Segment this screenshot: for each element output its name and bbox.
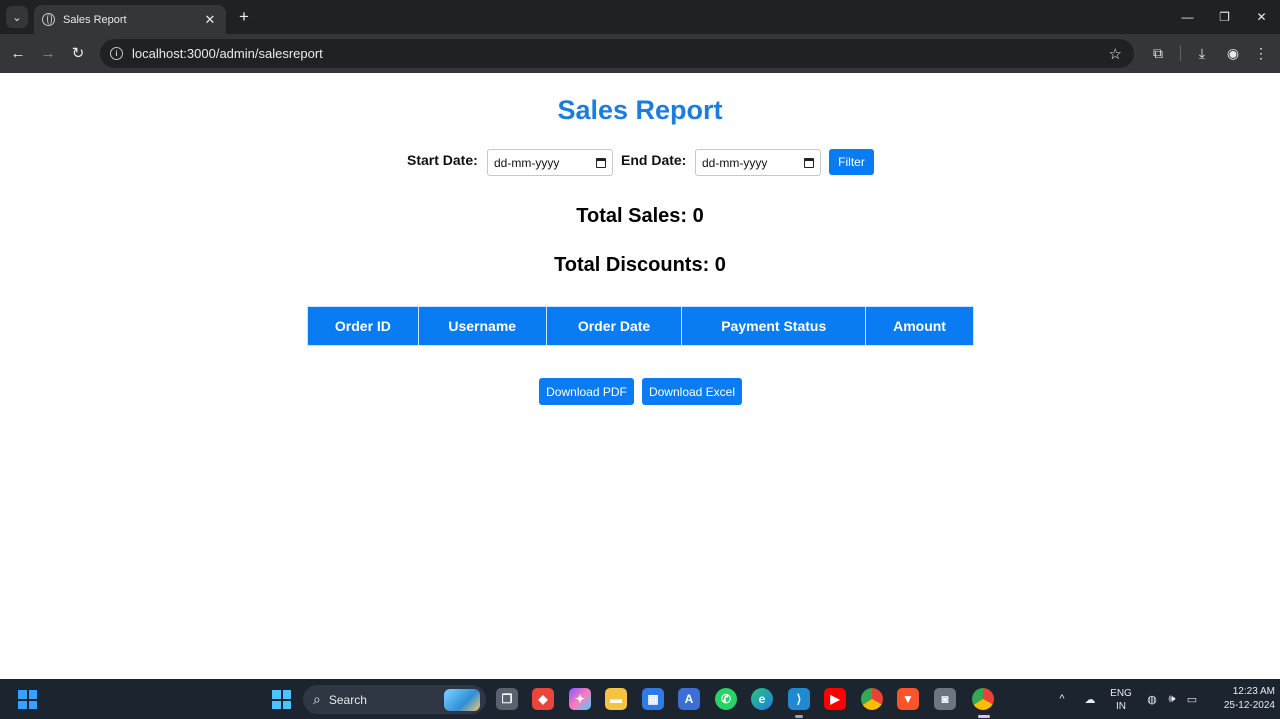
total-sales: Total Sales: 0: [576, 205, 704, 227]
sales-report-table: Order ID Username Order Date Payment Sta…: [307, 306, 974, 346]
back-arrow-icon[interactable]: ←: [7, 42, 29, 64]
taskbar-clock[interactable]: 12:23 AM 25-12-2024: [1205, 685, 1275, 713]
browser-tab-bar: ⌄ Sales Report ✕ + — ❐ ✕: [0, 0, 1280, 34]
filter-button[interactable]: Filter: [829, 149, 874, 175]
youtube-icon[interactable]: ▶: [824, 688, 846, 710]
download-excel-button[interactable]: Download Excel: [642, 378, 742, 405]
total-discounts: Total Discounts: 0: [554, 254, 726, 276]
profile-avatar-icon[interactable]: ◉: [1222, 42, 1244, 64]
camera-icon[interactable]: ◙: [934, 688, 956, 710]
download-pdf-button[interactable]: Download PDF: [539, 378, 634, 405]
column-header-payment-status: Payment Status: [681, 306, 867, 346]
end-date-placeholder: dd-mm-yyyy: [702, 155, 768, 170]
toolbar-separator: [1180, 45, 1181, 61]
whatsapp-icon[interactable]: ✆: [715, 688, 737, 710]
network-globe-icon[interactable]: ◍: [1144, 679, 1160, 719]
start-date-placeholder: dd-mm-yyyy: [494, 155, 560, 170]
url-text[interactable]: localhost:3000/admin/salesreport: [132, 46, 1109, 61]
globe-icon: [42, 13, 55, 26]
tab-title: Sales Report: [63, 13, 127, 26]
page-title: Sales Report: [557, 95, 723, 125]
volume-icon[interactable]: 🕪: [1164, 679, 1180, 719]
chrome-active-indicator: [978, 715, 990, 718]
language-indicator[interactable]: ENG IN: [1108, 687, 1134, 713]
bookmark-star-icon[interactable]: ☆: [1109, 45, 1122, 63]
file-explorer-icon[interactable]: ▬: [605, 688, 627, 710]
chrome-icon[interactable]: [861, 688, 883, 710]
forward-arrow-icon[interactable]: →: [37, 42, 59, 64]
search-icon: ⌕: [313, 691, 321, 707]
windows-start-icon[interactable]: [272, 690, 291, 709]
tab-search-chevron-icon[interactable]: ⌄: [6, 6, 28, 28]
window-controls: — ❐ ✕: [1169, 0, 1280, 34]
site-info-icon[interactable]: i: [110, 47, 123, 60]
column-header-order-date: Order Date: [545, 306, 683, 346]
copilot-icon[interactable]: ✦: [569, 688, 591, 710]
vscode-running-indicator: [795, 715, 803, 718]
microsoft-store-icon[interactable]: ▦: [642, 688, 664, 710]
designer-app-icon[interactable]: A: [678, 688, 700, 710]
minimize-icon[interactable]: —: [1169, 0, 1206, 34]
tab-close-icon[interactable]: ✕: [202, 12, 218, 28]
end-date-label: End Date:: [621, 152, 687, 168]
start-date-label: Start Date:: [407, 152, 478, 168]
git-app-icon[interactable]: ◆: [532, 688, 554, 710]
browser-tab-sales-report[interactable]: Sales Report ✕: [34, 5, 226, 34]
column-header-amount: Amount: [865, 306, 974, 346]
new-tab-button[interactable]: +: [234, 7, 254, 27]
edge-browser-icon[interactable]: e: [751, 688, 773, 710]
show-hidden-icons-chevron-icon[interactable]: ^: [1054, 679, 1070, 719]
search-highlight-image: [444, 688, 480, 711]
widgets-icon[interactable]: [18, 690, 37, 709]
end-date-input[interactable]: dd-mm-yyyy: [695, 149, 821, 176]
extensions-puzzle-icon[interactable]: ⧉: [1147, 42, 1169, 64]
table-header-row: Order ID Username Order Date Payment Sta…: [307, 306, 974, 346]
region-code: IN: [1116, 701, 1126, 712]
weather-cloud-icon[interactable]: ☁: [1080, 679, 1100, 719]
taskbar-search-label: Search: [328, 692, 367, 707]
start-date-input[interactable]: dd-mm-yyyy: [487, 149, 613, 176]
page-content: Sales Report Start Date: dd-mm-yyyy End …: [0, 73, 1280, 679]
chrome-active-icon[interactable]: [972, 688, 994, 710]
brave-browser-icon[interactable]: ▼: [897, 688, 919, 710]
restore-icon[interactable]: ❐: [1206, 0, 1243, 34]
clock-date: 25-12-2024: [1223, 700, 1275, 711]
clock-time: 12:23 AM: [1232, 686, 1275, 697]
task-view-icon[interactable]: ❐: [496, 688, 518, 710]
reload-icon[interactable]: ↻: [67, 42, 89, 64]
taskbar: ⌕ Search ❐ ◆ ✦ ▬ ▦ A ✆ e ⟩ ▶ ▼ ◙ ^ ☁ ENG…: [0, 679, 1280, 719]
download-icon[interactable]: ⤓: [1191, 42, 1213, 64]
browser-menu-icon[interactable]: ⋮: [1250, 42, 1272, 64]
calendar-icon[interactable]: [596, 157, 606, 168]
close-window-icon[interactable]: ✕: [1243, 0, 1280, 34]
battery-icon[interactable]: ▭: [1184, 679, 1200, 719]
address-bar[interactable]: i localhost:3000/admin/salesreport ☆: [100, 39, 1134, 68]
browser-toolbar: ← → ↻ i localhost:3000/admin/salesreport…: [0, 34, 1280, 73]
language-code: ENG: [1110, 688, 1132, 699]
calendar-icon[interactable]: [804, 157, 814, 168]
column-header-order-id: Order ID: [307, 306, 419, 346]
vscode-icon[interactable]: ⟩: [788, 688, 810, 710]
column-header-username: Username: [417, 306, 547, 346]
taskbar-search-box[interactable]: ⌕ Search: [303, 685, 486, 714]
